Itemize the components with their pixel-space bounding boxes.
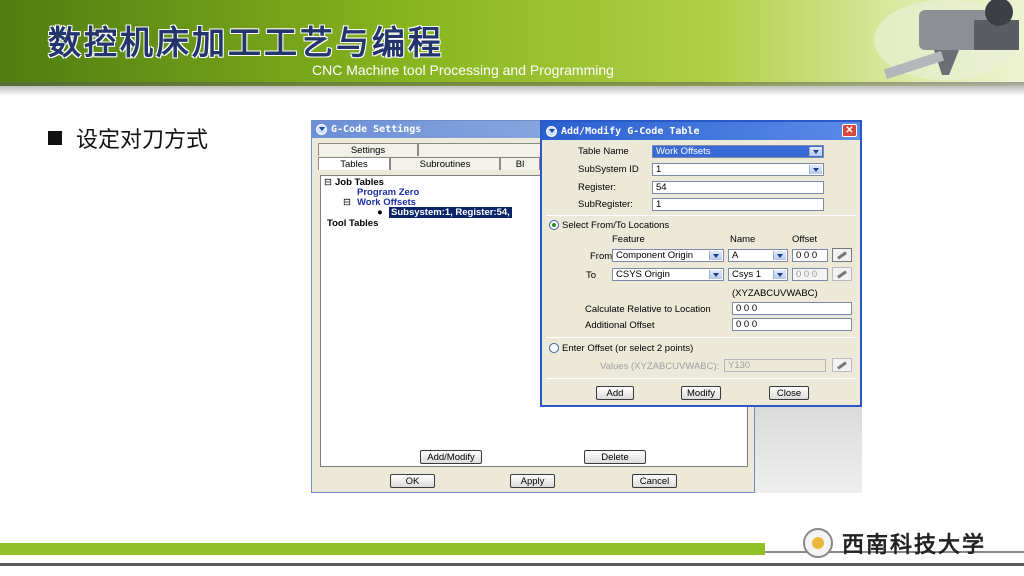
tab-subroutines[interactable]: Subroutines [390,157,500,170]
register-field[interactable]: 54 [652,181,824,194]
select-from-to-label: Select From/To Locations [562,220,670,231]
tree-bullet-icon: ● [377,207,383,218]
enter-offset-label: Enter Offset (or select 2 points) [562,343,694,354]
from-feature-value: Component Origin [616,250,694,261]
chevron-down-icon[interactable] [809,165,822,174]
chevron-down-icon[interactable] [809,147,822,156]
tab-settings[interactable]: Settings [318,143,418,156]
course-subtitle: CNC Machine tool Processing and Programm… [312,62,614,78]
tree-expand-icon[interactable]: ⊟ [324,177,332,188]
chevron-down-icon[interactable] [709,270,722,279]
bullet-text: 设定对刀方式 [76,128,209,153]
values-label: Values (XYZABCUVWABC): [600,361,720,372]
feature-header: Feature [612,234,645,245]
app-icon [316,124,327,135]
bullet-point: 设定对刀方式 [48,122,208,154]
register-label: Register: [578,182,617,193]
offset-header: Offset [792,234,818,245]
cancel-button[interactable]: Cancel [632,474,677,488]
to-name-select[interactable]: Csys 1 [728,268,788,281]
chevron-down-icon[interactable] [773,251,786,260]
add-button[interactable]: Add [596,386,634,400]
footer-bar [0,543,765,555]
header-banner: 数控机床加工工艺与编程 CNC Machine tool Processing … [0,0,1024,96]
bullet-square-icon [48,131,62,145]
add-modify-button[interactable]: Add/Modify [420,450,482,464]
additional-offset-label: Additional Offset [585,320,655,331]
enter-offset-radio[interactable] [549,343,559,353]
delete-button[interactable]: Delete [584,450,646,464]
subregister-field[interactable]: 1 [652,198,824,211]
add-modify-dialog: Add/Modify G-Code Table ✕ Table Name Wor… [540,120,862,407]
name-header: Name [730,234,756,245]
ok-button[interactable]: OK [390,474,435,488]
divider [546,215,856,216]
table-name-select[interactable]: Work Offsets [652,145,824,158]
values-field: Y130 [724,359,826,372]
to-feature-select[interactable]: CSYS Origin [612,268,724,281]
from-offset-field[interactable]: 0 0 0 [792,249,828,262]
subsystem-value: 1 [656,164,662,175]
select-from-to-radio[interactable] [549,220,559,230]
course-title: 数控机床加工工艺与编程 [48,23,444,62]
to-offset-field: 0 0 0 [792,268,828,281]
app-icon [546,125,557,137]
university-logo-icon [803,528,833,558]
close-button[interactable]: Close [769,386,809,400]
calc-relative-label: Calculate Relative to Location [585,304,711,315]
subsystem-select[interactable]: 1 [652,163,824,176]
apply-button[interactable]: Apply [510,474,555,488]
tabs-row-bottom: Tables Subroutines Bl [318,157,540,170]
add-modify-titlebar: Add/Modify G-Code Table [542,122,860,140]
to-name-value: Csys 1 [732,269,762,280]
to-label: To [586,270,597,281]
modify-button[interactable]: Modify [681,386,721,400]
subregister-label: SubRegister: [578,199,633,210]
tree-expand-icon[interactable]: ⊟ [343,197,351,208]
from-name-value: A [732,250,739,261]
tree-tool-tables[interactable]: Tool Tables [327,218,378,229]
xyz-hint: (XYZABCUVWABC) [732,288,818,299]
tab-blocks[interactable]: Bl [500,157,540,170]
values-pick-icon [832,358,852,372]
to-feature-value: CSYS Origin [616,269,670,280]
to-pick-icon [832,267,852,281]
from-feature-select[interactable]: Component Origin [612,249,724,262]
tree-work-offset-entry[interactable]: Subsystem:1, Register:54, [389,207,512,218]
close-icon[interactable]: ✕ [842,124,857,137]
chevron-down-icon[interactable] [709,251,722,260]
background-panel [755,404,862,493]
add-modify-title: Add/Modify G-Code Table [561,125,700,137]
divider [546,337,856,338]
calc-relative-field[interactable]: 0 0 0 [732,302,852,315]
machine-tool-illustration [874,0,1019,80]
table-name-label: Table Name [578,146,629,157]
university-name: 西南科技大学 [842,532,987,558]
footer-line [0,563,1024,566]
divider [546,378,856,379]
subsystem-label: SubSystem ID [578,164,639,175]
from-name-select[interactable]: A [728,249,788,262]
tab-tables[interactable]: Tables [318,157,390,170]
additional-offset-field[interactable]: 0 0 0 [732,318,852,331]
chevron-down-icon[interactable] [773,270,786,279]
from-label: From [590,251,613,262]
from-pick-icon[interactable] [832,248,852,262]
gcode-settings-title: G-Code Settings [331,124,422,135]
table-name-value: Work Offsets [656,146,711,157]
